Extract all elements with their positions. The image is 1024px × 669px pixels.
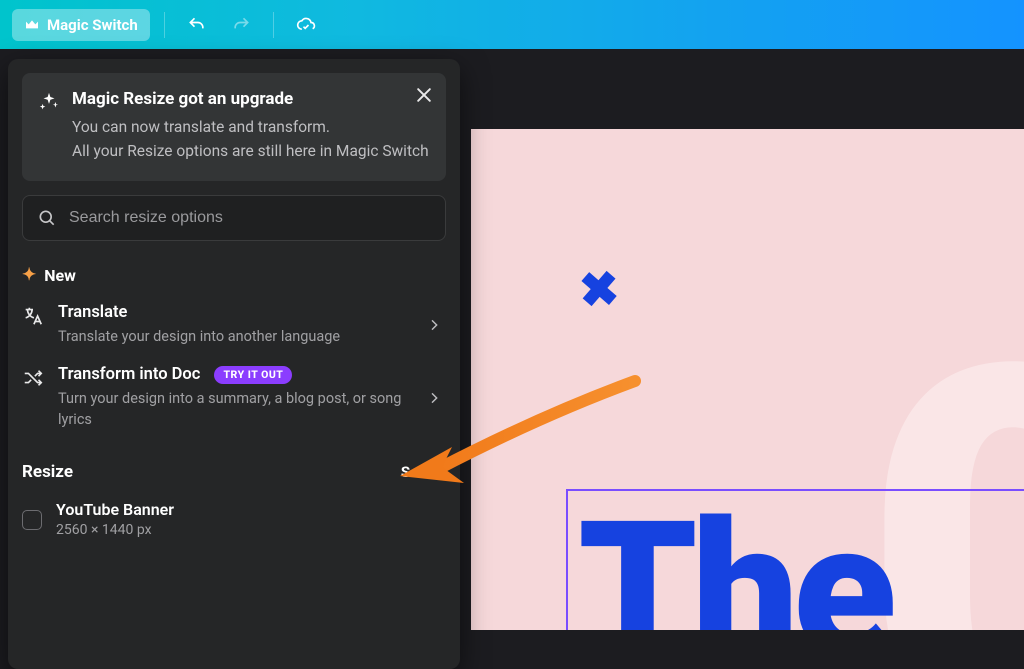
headline-text[interactable]: The (578, 481, 891, 630)
translate-icon (22, 305, 44, 331)
canvas-wrap: 0 ✖ The (471, 89, 1024, 630)
notice-text: You can now translate and transform. All… (72, 115, 429, 163)
section-new-label: New (44, 266, 76, 285)
try-it-out-badge: TRY IT OUT (214, 366, 292, 384)
toolbar-divider (164, 12, 165, 38)
search-input[interactable] (69, 209, 431, 227)
item-subtitle: Turn your design into a summary, a blog … (58, 389, 412, 430)
editor-area: 0 ✖ The Magic Resize got an upgrade You … (0, 49, 1024, 630)
item-title: Translate (58, 303, 412, 322)
cloud-check-icon (296, 15, 316, 35)
close-icon (414, 85, 434, 105)
magic-switch-label: Magic Switch (47, 16, 138, 34)
selection-box[interactable]: The (566, 489, 1024, 630)
section-resize: Resize See all (22, 462, 446, 482)
undo-button[interactable] (179, 7, 215, 43)
magic-switch-panel: Magic Resize got an upgrade You can now … (8, 59, 460, 669)
sparkle-icon: ✦ (22, 265, 36, 285)
search-icon (37, 208, 57, 228)
chevron-right-icon (426, 390, 442, 406)
magic-switch-button[interactable]: Magic Switch (12, 9, 150, 41)
item-body: Transform into Doc TRY IT OUT Turn your … (58, 365, 412, 430)
redo-icon (231, 15, 251, 35)
design-canvas[interactable]: 0 ✖ The (471, 129, 1024, 630)
cloud-sync-button[interactable] (288, 7, 324, 43)
item-translate[interactable]: Translate Translate your design into ano… (22, 285, 446, 347)
item-transform-into-doc[interactable]: Transform into Doc TRY IT OUT Turn your … (22, 347, 446, 430)
notice-title: Magic Resize got an upgrade (72, 89, 429, 109)
search-bar[interactable] (22, 195, 446, 241)
checkbox[interactable] (22, 510, 42, 530)
redo-button[interactable] (223, 7, 259, 43)
sparkles-icon (38, 91, 60, 163)
x-mark[interactable]: ✖ (577, 260, 621, 320)
crown-icon (24, 17, 40, 33)
toolbar-divider (273, 12, 274, 38)
shuffle-icon (22, 367, 44, 393)
section-new: ✦ New (22, 265, 446, 285)
resize-body: YouTube Banner 2560 × 1440 px (56, 500, 446, 538)
see-all-link[interactable]: See all (401, 463, 446, 481)
resize-option-youtube-banner[interactable]: YouTube Banner 2560 × 1440 px (22, 500, 446, 538)
resize-title: YouTube Banner (56, 500, 446, 519)
undo-icon (187, 15, 207, 35)
notice-close-button[interactable] (414, 85, 434, 109)
top-toolbar: Magic Switch (0, 0, 1024, 49)
resize-header: Resize (22, 462, 73, 482)
upgrade-notice: Magic Resize got an upgrade You can now … (22, 73, 446, 181)
item-title: Transform into Doc TRY IT OUT (58, 365, 412, 384)
notice-body: Magic Resize got an upgrade You can now … (72, 89, 429, 163)
item-body: Translate Translate your design into ano… (58, 303, 412, 347)
resize-dims: 2560 × 1440 px (56, 522, 446, 538)
chevron-right-icon (426, 317, 442, 333)
item-subtitle: Translate your design into another langu… (58, 327, 412, 347)
